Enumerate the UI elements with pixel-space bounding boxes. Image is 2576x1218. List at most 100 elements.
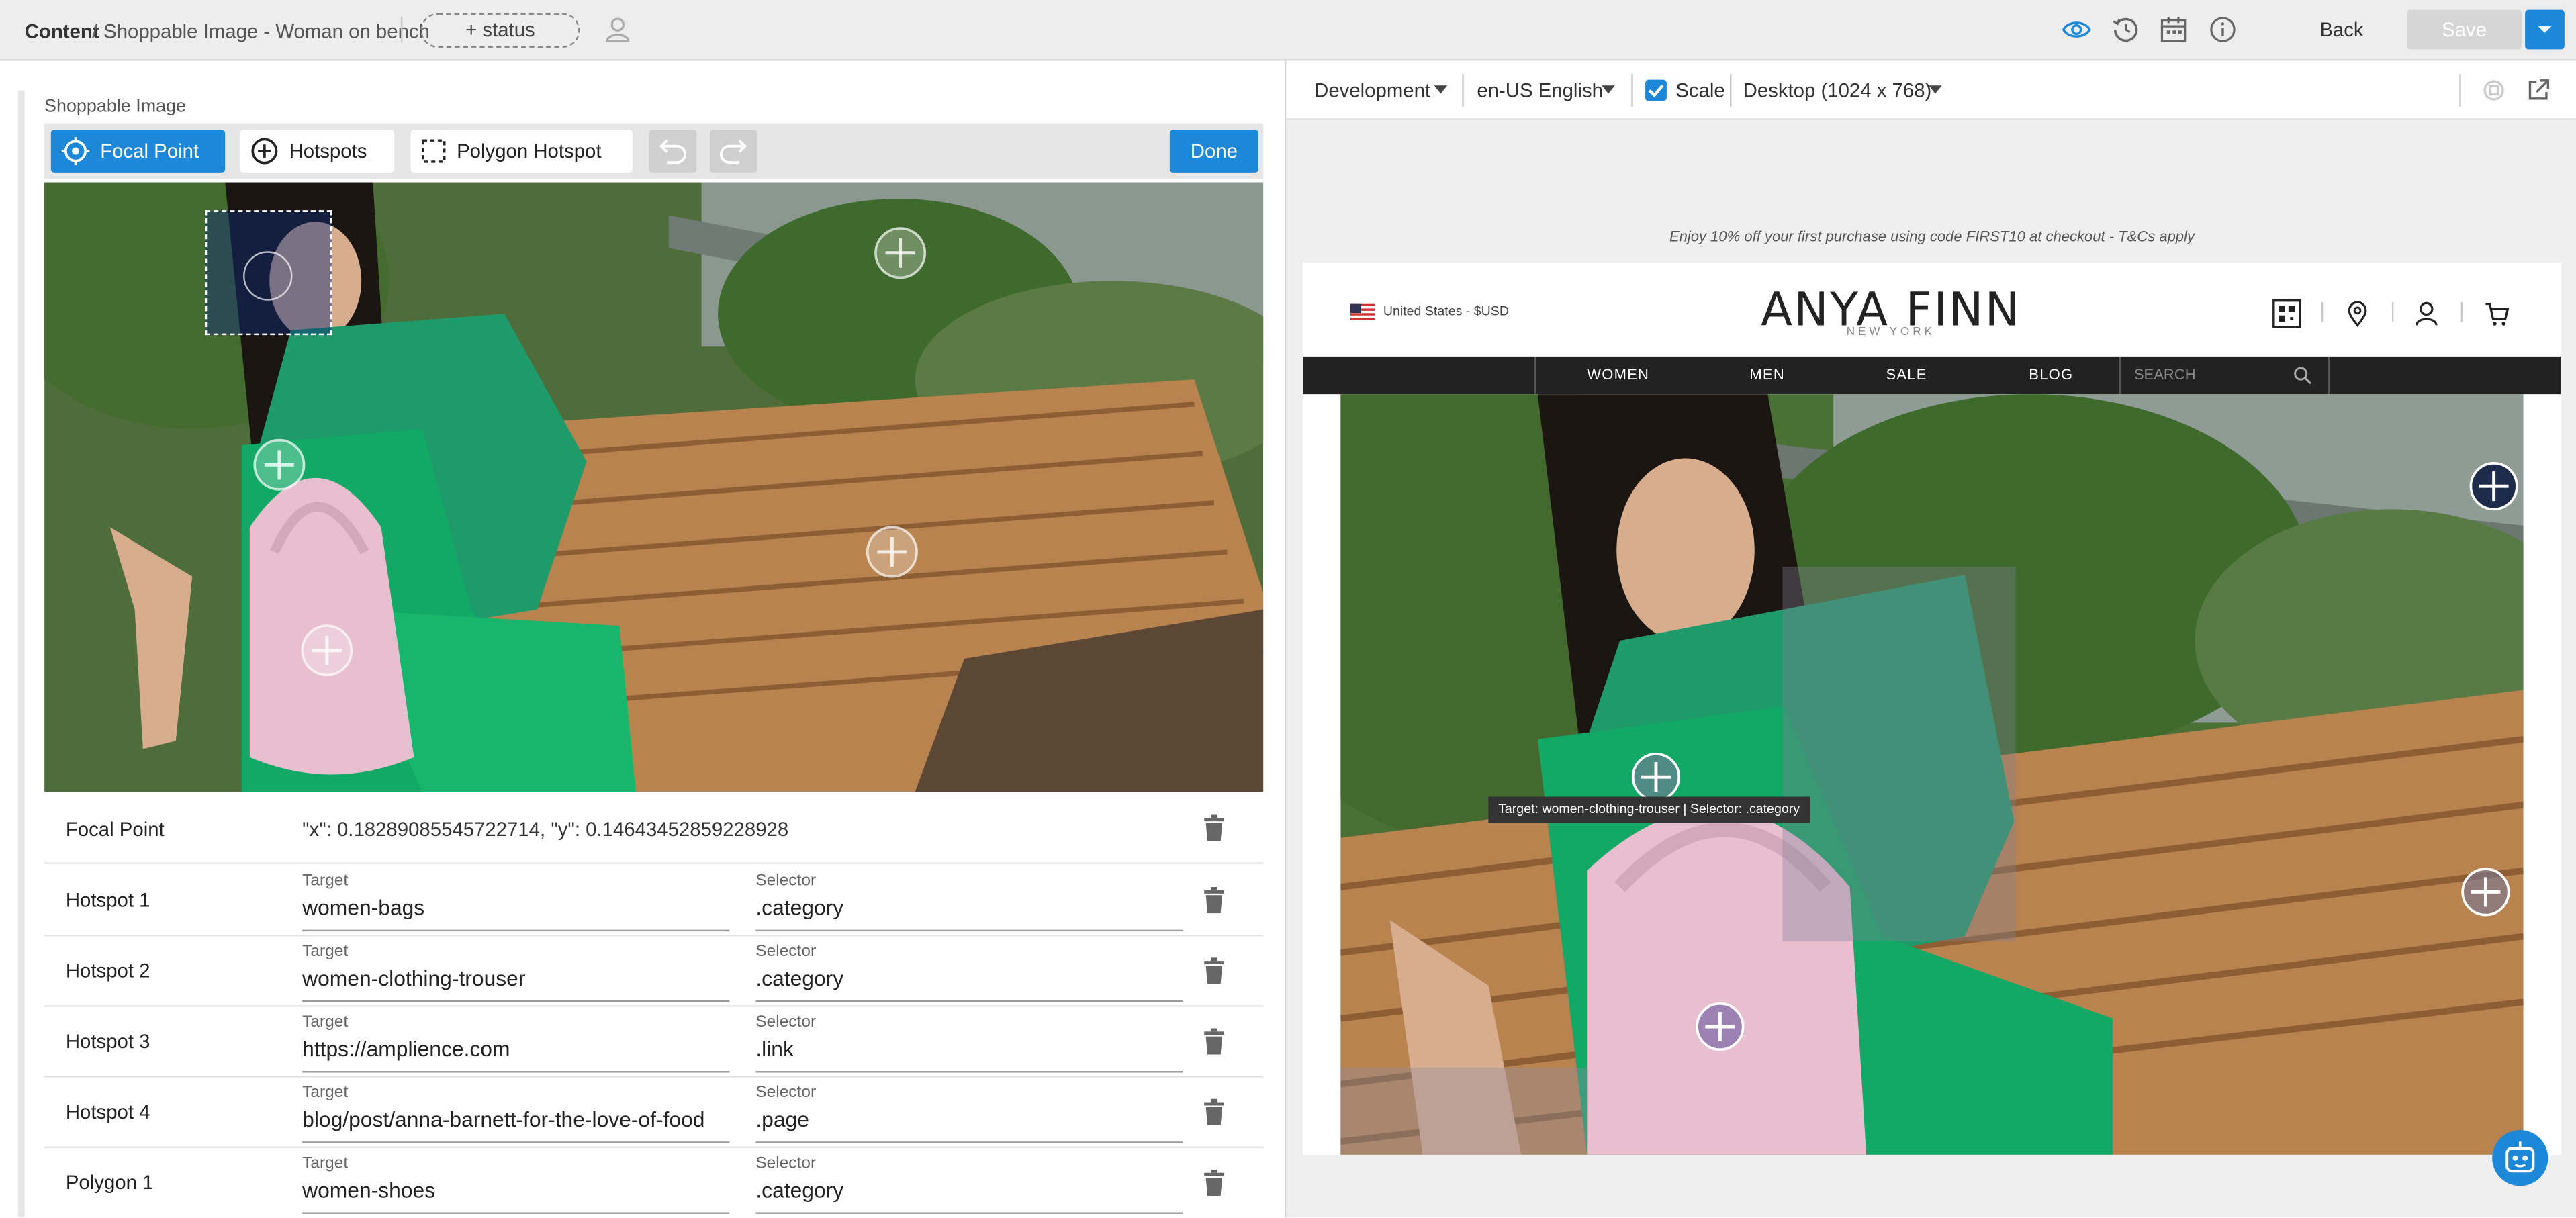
add-status-button[interactable]: + status [420, 13, 580, 48]
scale-label[interactable]: Scale [1675, 79, 1724, 101]
selector-value[interactable]: .category [755, 966, 843, 990]
hotspot-marker[interactable] [2459, 865, 2512, 918]
field-label: Target [302, 1084, 349, 1103]
user-icon[interactable] [603, 15, 633, 44]
target-value[interactable]: women-clothing-trouser [302, 966, 525, 990]
account-icon[interactable] [2415, 301, 2438, 327]
breadcrumb-page: Shoppable Image - Woman on bench [103, 19, 430, 43]
selector-value[interactable]: .category [755, 895, 843, 920]
polygon-select-icon [422, 139, 446, 163]
focal-point-tool-label: Focal Point [100, 139, 199, 163]
nav-item-blog[interactable]: BLOG [2029, 367, 2073, 383]
site-search-input[interactable]: SEARCH [2119, 356, 2330, 395]
visibility-icon[interactable] [2062, 15, 2091, 44]
hotspot-marker[interactable] [251, 437, 307, 493]
target-value[interactable]: https://amplience.com [302, 1037, 510, 1062]
focal-point-tool-button[interactable]: Focal Point [50, 130, 226, 173]
cart-icon[interactable] [2484, 302, 2510, 327]
polygon-hotspot-tool-button[interactable]: Polygon Hotspot [410, 130, 633, 173]
location-pin-icon[interactable] [2348, 301, 2367, 327]
target-value[interactable]: women-bags [302, 895, 424, 920]
focal-point-marker[interactable] [205, 210, 332, 336]
nav-item-sale[interactable]: SALE [1886, 367, 1927, 383]
calendar-icon[interactable] [2159, 15, 2189, 44]
target-field[interactable]: Target women-bags [302, 872, 730, 932]
selector-value[interactable]: .link [755, 1037, 794, 1062]
selector-field[interactable]: Selector .category [755, 1155, 1183, 1214]
redo-icon [720, 139, 747, 165]
device-select[interactable]: Desktop (1024 x 768) [1743, 79, 1932, 101]
hotspot-marker[interactable] [299, 622, 355, 678]
target-field[interactable]: Target blog/post/anna-barnett-for-the-lo… [302, 1084, 730, 1143]
save-options-button[interactable] [2525, 9, 2565, 50]
target-field[interactable]: Target https://amplience.com [302, 1013, 730, 1073]
trash-icon[interactable] [1203, 1028, 1226, 1055]
breadcrumb-root[interactable]: Content [25, 19, 99, 42]
target-value[interactable]: women-shoes [302, 1178, 435, 1203]
row-name: Hotspot 3 [65, 1029, 150, 1053]
trash-icon[interactable] [1203, 814, 1226, 841]
hotspot-marker[interactable] [1694, 1000, 1746, 1053]
divider [2460, 302, 2463, 322]
trash-icon[interactable] [1203, 887, 1226, 914]
assistant-button[interactable] [2492, 1130, 2548, 1186]
open-external-icon[interactable] [2525, 77, 2551, 103]
target-field[interactable]: Target women-clothing-trouser [302, 943, 730, 1002]
hero-shoppable-image[interactable] [1340, 394, 2524, 1155]
selector-value[interactable]: .page [755, 1107, 809, 1132]
selector-field[interactable]: Selector .link [755, 1013, 1183, 1073]
row-name: Hotspot 2 [65, 959, 150, 982]
undo-button[interactable] [649, 130, 697, 173]
editor-image[interactable] [44, 182, 1264, 792]
hotspot-marker[interactable] [1630, 751, 1682, 803]
polygon-hotspot-area[interactable] [1340, 1068, 1588, 1155]
selector-field[interactable]: Selector .category [755, 943, 1183, 1002]
divider [400, 16, 403, 43]
done-button[interactable]: Done [1169, 130, 1258, 173]
chevron-down-icon[interactable] [1929, 85, 1942, 94]
nav-item-women[interactable]: WOMEN [1587, 367, 1649, 383]
redo-button[interactable] [709, 130, 757, 173]
locale-selector[interactable]: United States - $USD [1383, 304, 1509, 319]
trash-icon[interactable] [1203, 1169, 1226, 1196]
field-label: Target [302, 1013, 349, 1032]
hotspot-marker[interactable] [872, 225, 928, 281]
back-button[interactable]: Back [2319, 18, 2363, 41]
row-name: Focal Point [65, 818, 165, 841]
nav-item-men[interactable]: MEN [1749, 367, 1785, 383]
sync-icon[interactable] [2481, 77, 2507, 103]
hotspot-marker[interactable] [864, 524, 920, 579]
panel-edge [17, 90, 25, 1217]
brand-tagline: NEW YORK [1846, 326, 1935, 338]
hotspot-marker[interactable] [2467, 460, 2520, 512]
field-label: Selector [755, 872, 817, 890]
chevron-down-icon[interactable] [1434, 85, 1448, 94]
search-placeholder: SEARCH [2133, 366, 2196, 383]
divider [2391, 302, 2394, 322]
site-preview: Enjoy 10% off your first purchase using … [1302, 210, 2561, 1155]
target-value[interactable]: blog/post/anna-barnett-for-the-love-of-f… [302, 1107, 704, 1132]
info-icon[interactable] [2208, 15, 2238, 44]
search-icon[interactable] [2293, 367, 2311, 385]
us-flag-icon [1350, 303, 1375, 321]
hotspot-row: Hotspot 1 Target women-bags Selector .ca… [44, 865, 1264, 937]
selector-field[interactable]: Selector .category [755, 872, 1183, 932]
selector-value[interactable]: .category [755, 1178, 843, 1203]
undo-icon [659, 139, 687, 165]
trash-icon[interactable] [1203, 957, 1226, 984]
preview-toolbar: Development en-US English Scale Desktop … [1286, 60, 2576, 120]
hotspots-tool-button[interactable]: Hotspots [240, 130, 395, 173]
focal-point-icon [61, 137, 90, 165]
locale-select[interactable]: en-US English [1477, 79, 1603, 101]
focal-point-row: Focal Point "x": 0.18289085545722714, "y… [44, 794, 1264, 864]
scale-checkbox[interactable] [1645, 79, 1667, 101]
target-field[interactable]: Target women-shoes [302, 1155, 730, 1214]
polygon-hotspot-area[interactable] [1782, 567, 2016, 941]
chevron-down-icon[interactable] [1602, 85, 1615, 94]
environment-select[interactable]: Development [1314, 79, 1430, 101]
qr-code-icon[interactable] [2272, 299, 2301, 328]
history-icon[interactable] [2111, 15, 2141, 44]
selector-field[interactable]: Selector .page [755, 1084, 1183, 1143]
save-button[interactable]: Save [2406, 9, 2522, 50]
trash-icon[interactable] [1203, 1098, 1226, 1125]
